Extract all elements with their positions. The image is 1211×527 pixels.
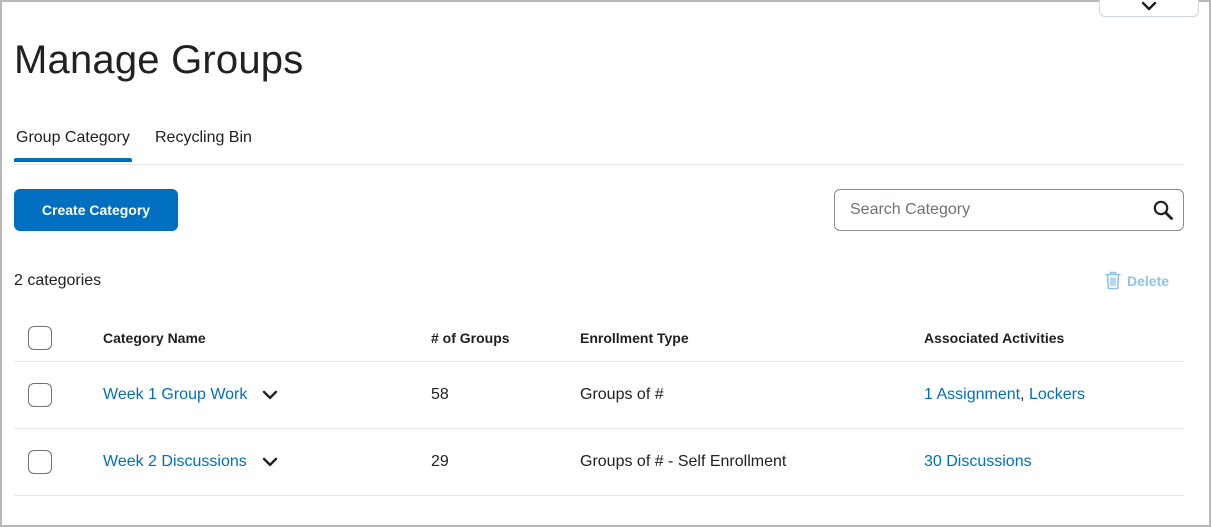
header-enrollment-type[interactable]: Enrollment Type [580, 330, 689, 346]
associated-activities-cell: 30 Discussions [924, 453, 1032, 471]
enrollment-type-cell: Groups of # [580, 386, 664, 403]
categories-table: Category Name # of Groups Enrollment Typ… [14, 315, 1184, 496]
search-icon[interactable] [1152, 199, 1174, 221]
header-associated-activities[interactable]: Associated Activities [924, 330, 1064, 346]
create-category-button[interactable]: Create Category [14, 189, 178, 231]
table-row: Week 2 Discussions 29 Groups of # - Self… [14, 429, 1184, 496]
enrollment-type-cell: Groups of # - Self Enrollment [580, 453, 787, 470]
header-num-groups[interactable]: # of Groups [431, 330, 510, 346]
table-row: Week 1 Group Work 58 Groups of # 1 Assig… [14, 362, 1184, 429]
search-input[interactable] [836, 191, 1146, 229]
chevron-down-icon[interactable] [261, 453, 279, 471]
search-box [834, 189, 1184, 231]
tab-group-category[interactable]: Group Category [14, 129, 132, 162]
category-name-cell: Week 2 Discussions [103, 453, 279, 471]
tab-recycling-bin[interactable]: Recycling Bin [155, 129, 252, 147]
select-all-checkbox[interactable] [28, 326, 52, 350]
associated-activities-cell: 1 Assignment, Lockers [924, 386, 1085, 404]
top-dropdown[interactable] [1099, 0, 1199, 17]
activity-link-assignment[interactable]: 1 Assignment [924, 386, 1020, 403]
delete-label: Delete [1127, 272, 1170, 289]
category-name-link[interactable]: Week 2 Discussions [103, 453, 247, 470]
row-checkbox[interactable] [28, 383, 52, 407]
num-groups-cell: 29 [431, 453, 449, 470]
table-header-row: Category Name # of Groups Enrollment Typ… [14, 315, 1184, 362]
delete-button[interactable]: Delete [1105, 271, 1169, 290]
chevron-down-icon[interactable] [261, 386, 279, 404]
tab-bar: Group Category Recycling Bin [14, 120, 1184, 165]
category-count: 2 categories [14, 272, 102, 289]
num-groups-cell: 58 [431, 386, 449, 403]
trash-icon [1105, 271, 1121, 290]
activity-separator: , [1020, 386, 1029, 403]
header-category-name[interactable]: Category Name [103, 330, 206, 346]
category-name-cell: Week 1 Group Work [103, 386, 279, 404]
activity-link-discussions[interactable]: 30 Discussions [924, 453, 1032, 470]
page-title: Manage Groups [14, 38, 304, 82]
chevron-down-icon [1141, 1, 1157, 10]
category-name-link[interactable]: Week 1 Group Work [103, 386, 247, 403]
row-checkbox[interactable] [28, 450, 52, 474]
activity-link-lockers[interactable]: Lockers [1029, 386, 1085, 403]
